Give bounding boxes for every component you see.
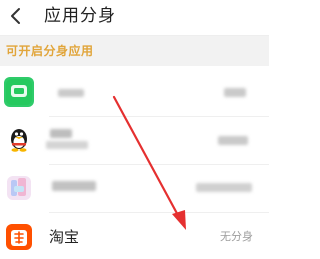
blurred-status xyxy=(218,136,248,145)
blurred-status xyxy=(196,183,252,192)
blurred-app-subtitle xyxy=(46,141,88,149)
app-name: 淘宝 xyxy=(49,228,80,246)
app-row-3[interactable] xyxy=(0,166,269,211)
back-button[interactable] xyxy=(6,6,26,26)
blurred-status xyxy=(224,88,246,97)
green-chat-app-icon xyxy=(4,77,34,107)
penguin-app-icon xyxy=(4,125,34,155)
blurred-app-name xyxy=(52,181,96,191)
app-row-taobao[interactable]: 淘宝 无分身 xyxy=(0,214,269,259)
top-app-bar: 应用分身 xyxy=(0,0,269,34)
app-status: 无分身 xyxy=(220,230,253,243)
page-title: 应用分身 xyxy=(44,6,116,26)
taobao-icon xyxy=(4,222,34,252)
row-divider xyxy=(49,212,269,213)
row-divider xyxy=(49,116,269,117)
row-divider xyxy=(49,164,269,165)
section-label: 可开启分身应用 xyxy=(6,44,94,58)
pastel-app-icon xyxy=(4,173,34,203)
app-row-2[interactable] xyxy=(0,118,269,163)
blurred-app-name xyxy=(58,89,84,97)
app-row-1[interactable] xyxy=(0,70,269,115)
back-arrow-icon xyxy=(11,8,20,24)
blurred-app-name xyxy=(50,129,72,138)
